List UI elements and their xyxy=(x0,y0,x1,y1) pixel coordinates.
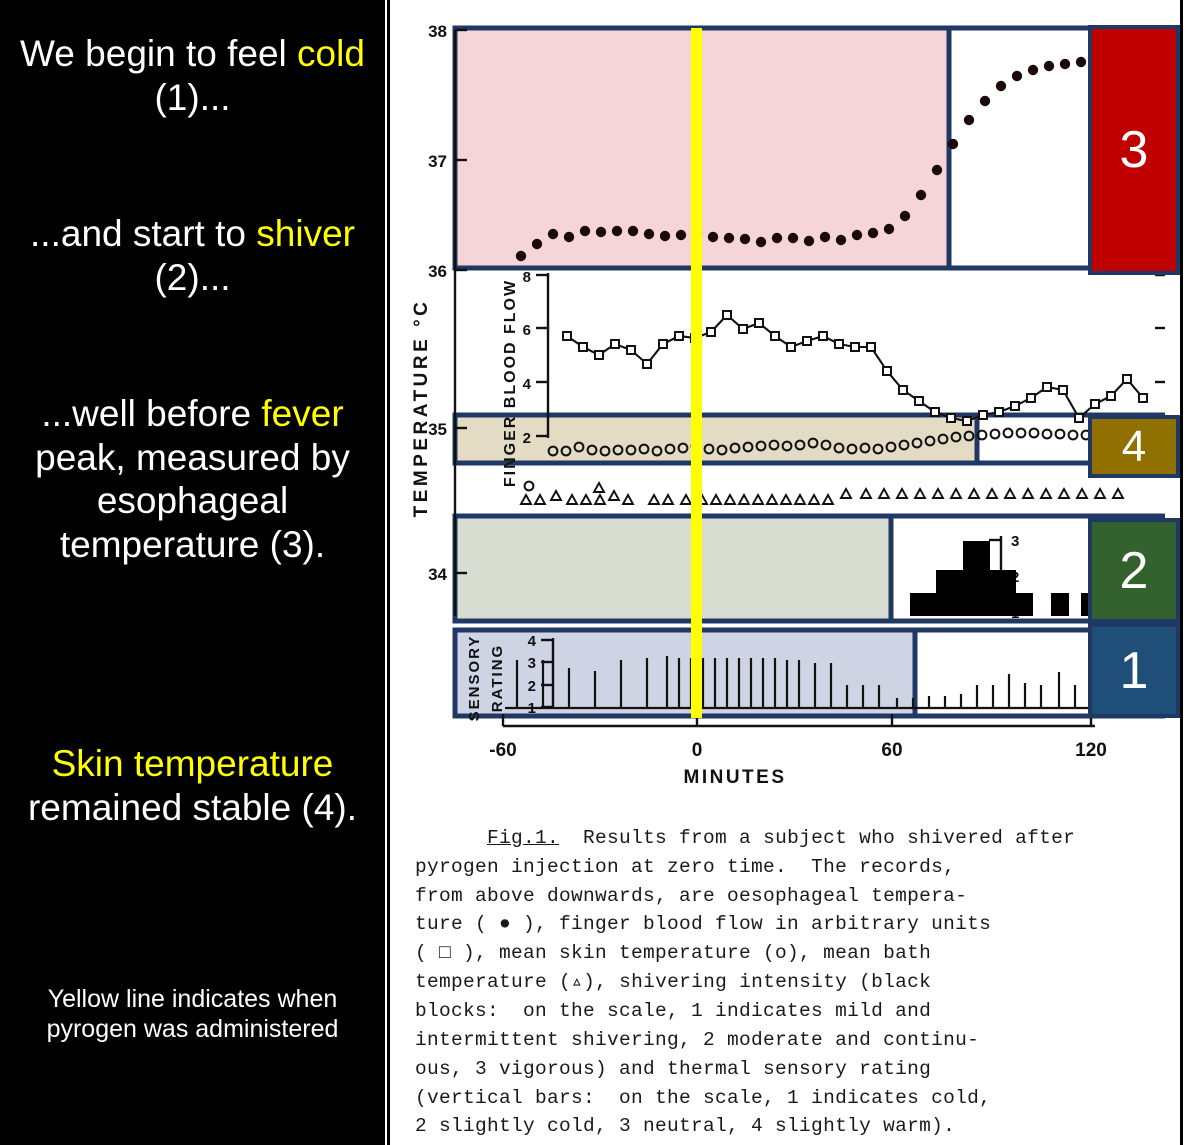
figure-panel: 38 37 36 35 34 8 6 4 2 3 2 1 4 3 2 1 xyxy=(385,0,1200,1145)
slide-paragraph-1: We begin to feel cold (1)... xyxy=(8,32,377,119)
sensory-axis-label-2: RATING xyxy=(489,644,506,712)
x-tick-minus60: -60 xyxy=(489,740,516,761)
slide-footnote: Yellow line indicates when pyrogen was a… xyxy=(46,985,339,1043)
sensory-tick-2: 2 xyxy=(528,678,536,695)
temp-tick-37: 37 xyxy=(428,152,447,171)
p3-part-2: peak, measured by esophageal temperature… xyxy=(35,436,350,565)
series-finger-blood-flow xyxy=(562,310,1148,426)
callout-label-4: 4 xyxy=(1121,421,1147,471)
p3-part-1: fever xyxy=(261,393,344,434)
multi-panel-chart: 38 37 36 35 34 8 6 4 2 3 2 1 4 3 2 1 xyxy=(405,8,1165,788)
page-rule-right xyxy=(1180,0,1183,1145)
slide-text-panel: We begin to feel cold (1)... ...and star… xyxy=(0,0,385,1145)
temp-tick-38: 38 xyxy=(428,22,447,41)
x-tick-120: 120 xyxy=(1075,740,1107,761)
sensory-tick-3: 3 xyxy=(528,655,536,672)
callout-box-2[interactable]: 2 xyxy=(1088,518,1180,623)
p1-part-2: (1)... xyxy=(154,76,231,118)
slide-paragraph-3: ...well before fever peak, measured by e… xyxy=(8,392,377,567)
highlight-box-shivering xyxy=(452,513,894,624)
callout-box-4[interactable]: 4 xyxy=(1088,415,1180,478)
slide-paragraph-2: ...and start to shiver (2)... xyxy=(8,212,377,299)
temp-tick-36: 36 xyxy=(428,262,447,281)
series-mean-bath-temperature xyxy=(519,481,1125,505)
bloodflow-axis-label: FINGER BLOOD FLOW xyxy=(502,279,519,487)
p2-part-1: shiver xyxy=(256,213,355,254)
bloodflow-tick-4: 4 xyxy=(523,376,532,393)
p2-part-0: ...and start to xyxy=(30,213,257,254)
bloodflow-tick-2: 2 xyxy=(523,430,531,447)
x-tick-0: 0 xyxy=(692,740,703,761)
p1-part-1: cold xyxy=(297,33,365,74)
figure-caption: Fig.1. Results from a subject who shiver… xyxy=(415,795,1125,1145)
p2-part-2: (2)... xyxy=(154,256,231,298)
p4-part-0: Skin temperature xyxy=(51,743,334,784)
highlight-box-skin-temp xyxy=(452,412,980,466)
slide-paragraph-4: Skin temperature remained stable (4). xyxy=(8,742,377,829)
callout-box-1[interactable]: 1 xyxy=(1088,623,1180,718)
sensory-tick-4: 4 xyxy=(528,633,537,650)
temp-tick-34: 34 xyxy=(428,565,447,584)
temperature-axis-label: TEMPERATURE °C xyxy=(411,299,432,518)
p1-part-0: We begin to feel xyxy=(20,33,298,74)
chart-svg: 38 37 36 35 34 8 6 4 2 3 2 1 4 3 2 1 xyxy=(411,22,1165,788)
shiver-tick-3: 3 xyxy=(1011,533,1019,550)
bloodflow-tick-8: 8 xyxy=(523,269,531,286)
figure-caption-body: Results from a subject who shivered afte… xyxy=(415,826,1076,1138)
slide-root: We begin to feel cold (1)... ...and star… xyxy=(0,0,1200,1145)
x-axis-label: MINUTES xyxy=(684,767,787,788)
pyrogen-marker-line xyxy=(691,28,702,718)
page-rule-left xyxy=(387,0,390,1145)
callout-label-3: 3 xyxy=(1119,121,1149,179)
callout-label-1: 1 xyxy=(1119,641,1149,700)
p4-part-1: remained stable (4). xyxy=(27,786,358,828)
figure-caption-label: Fig.1. xyxy=(487,826,560,849)
p3-part-0: ...well before xyxy=(41,393,262,434)
x-tick-60: 60 xyxy=(881,740,902,761)
bloodflow-tick-6: 6 xyxy=(523,322,531,339)
callout-label-2: 2 xyxy=(1119,541,1149,600)
sensory-axis-label-1: SENSORY xyxy=(466,635,483,722)
callout-box-3[interactable]: 3 xyxy=(1088,25,1180,275)
